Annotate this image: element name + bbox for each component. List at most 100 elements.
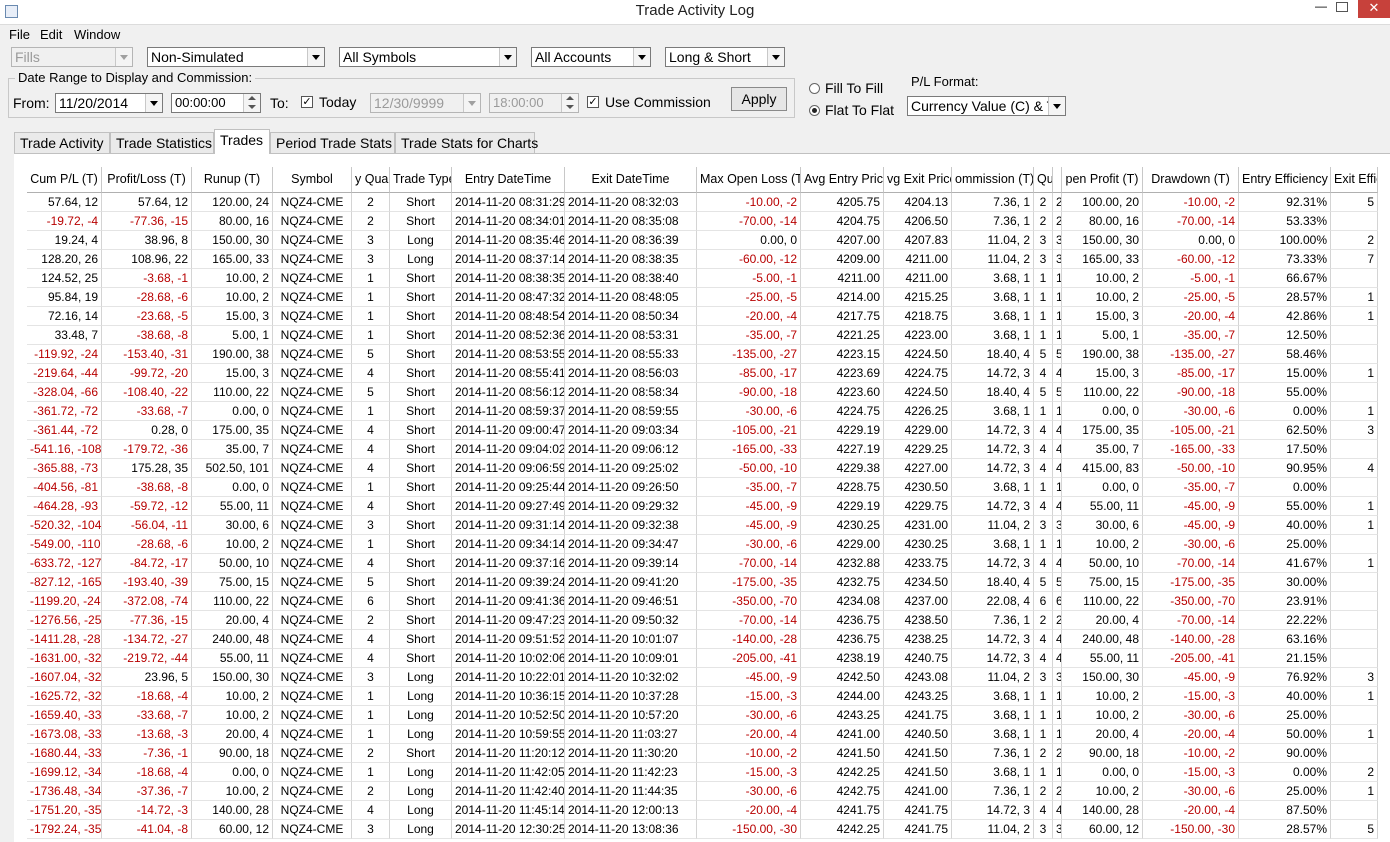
table-row[interactable]: -549.00, -110 -28.68, -6 10.00, 2 NQZ4-CME 1… <box>27 535 1378 554</box>
column-header-trade-type[interactable]: Trade Type <box>390 167 452 193</box>
table-row[interactable]: -1792.24, -358 -41.04, -8 60.00, 12 NQZ4-CM… <box>27 820 1378 839</box>
close-button[interactable]: ✕ <box>1358 0 1390 18</box>
table-row[interactable]: -1673.08, -335 -13.68, -3 20.00, 4 NQZ4-CME… <box>27 725 1378 744</box>
table-row[interactable]: -1411.28, -282 -134.72, -27 240.00, 48 NQZ4… <box>27 630 1378 649</box>
cell-exit-efficiency <box>1331 478 1378 497</box>
table-row[interactable]: 124.52, 25 -3.68, -1 10.00, 2 NQZ4-CME 1 Shor… <box>27 269 1378 288</box>
column-header-entry-quantity[interactable]: y Quar <box>352 167 390 193</box>
cell-avg-exit-price: 4241.50 <box>884 744 952 763</box>
maximize-button[interactable] <box>1336 2 1348 12</box>
side-select[interactable]: Long & Short <box>665 47 785 67</box>
table-row[interactable]: 19.24, 4 38.96, 8 150.00, 30 NQZ4-CME 3 Long 2… <box>27 231 1378 250</box>
spinner-arrows-icon[interactable] <box>243 94 260 112</box>
spinner-arrows-icon[interactable] <box>561 94 578 112</box>
cell-symbol: NQZ4-CME <box>273 706 352 725</box>
table-row[interactable]: -1199.20, -240 -372.08, -74 110.00, 22 NQZ4… <box>27 592 1378 611</box>
column-header-quantity-b[interactable] <box>1053 167 1062 193</box>
simulation-select[interactable]: Non-Simulated <box>147 47 325 67</box>
table-row[interactable]: -328.04, -66 -108.40, -22 110.00, 22 NQZ4-C… <box>27 383 1378 402</box>
column-header-entry-efficiency[interactable]: Entry Efficiency <box>1239 167 1331 193</box>
pl-format-select[interactable]: Currency Value (C) & T <box>907 96 1066 116</box>
table-row[interactable]: -1680.44, -336 -7.36, -1 90.00, 18 NQZ4-CME… <box>27 744 1378 763</box>
cell-avg-entry-price: 4241.00 <box>801 725 884 744</box>
cell-cum-pl: -1792.24, -358 <box>27 820 102 839</box>
cell-exit-datetime: 2014-11-20 08:53:31 <box>565 326 697 345</box>
cell-cum-pl: 33.48, 7 <box>27 326 102 345</box>
symbols-select[interactable]: All Symbols <box>339 47 517 67</box>
menu-file[interactable]: File <box>9 27 30 42</box>
column-header-max-open-loss[interactable]: Max Open Loss (T) <box>697 167 801 193</box>
table-row[interactable]: -19.72, -4 -77.36, -15 80.00, 16 NQZ4-CME 2 S… <box>27 212 1378 231</box>
column-header-profit-loss[interactable]: Profit/Loss (T) <box>102 167 192 193</box>
trades-table[interactable]: Cum P/L (T) Profit/Loss (T) Runup (T) Symbo… <box>27 167 1378 841</box>
cell-max-open-loss: -140.00, -28 <box>697 630 801 649</box>
table-row[interactable]: -219.64, -44 -99.72, -20 15.00, 3 NQZ4-CME 4… <box>27 364 1378 383</box>
column-header-drawdown[interactable]: Drawdown (T) <box>1143 167 1239 193</box>
today-checkbox[interactable]: ✓ <box>301 96 313 108</box>
cell-avg-entry-price: 4236.75 <box>801 630 884 649</box>
column-header-avg-exit-price[interactable]: vg Exit Price <box>884 167 952 193</box>
tab-period-trade-stats[interactable]: Period Trade Stats <box>270 132 395 154</box>
column-header-runup[interactable]: Runup (T) <box>192 167 273 193</box>
to-date-picker[interactable]: 12/30/9999 <box>370 93 481 113</box>
table-row[interactable]: -1607.04, -321 23.96, 5 150.00, 30 NQZ4-CME… <box>27 668 1378 687</box>
table-row[interactable]: -1659.40, -332 -33.68, -7 10.00, 2 NQZ4-CME… <box>27 706 1378 725</box>
cell-exit-efficiency: 3 <box>1331 668 1378 687</box>
table-row[interactable]: -827.12, -165 -193.40, -39 75.00, 15 NQZ4-C… <box>27 573 1378 592</box>
cell-entry-datetime: 2014-11-20 09:25:44 <box>452 478 565 497</box>
from-date-picker[interactable]: 11/20/2014 <box>55 93 163 113</box>
apply-button[interactable]: Apply <box>731 87 787 111</box>
table-row[interactable]: -365.88, -73 175.28, 35 502.50, 101 NQZ4-CM… <box>27 459 1378 478</box>
flat-to-flat-radio[interactable] <box>809 105 820 116</box>
to-time-spinner[interactable]: 18:00:00 <box>489 93 579 113</box>
table-row[interactable]: 128.20, 26 108.96, 22 165.00, 33 NQZ4-CME 3 L… <box>27 250 1378 269</box>
fills-select[interactable]: Fills <box>11 47 133 67</box>
column-header-cum-pl[interactable]: Cum P/L (T) <box>27 167 102 193</box>
cell-avg-exit-price: 4229.75 <box>884 497 952 516</box>
table-row[interactable]: -520.32, -104 -56.04, -11 30.00, 6 NQZ4-CME… <box>27 516 1378 535</box>
table-row[interactable]: -1631.00, -326 -219.72, -44 55.00, 11 NQZ4-… <box>27 649 1378 668</box>
table-row[interactable]: -464.28, -93 -59.72, -12 55.00, 11 NQZ4-CME… <box>27 497 1378 516</box>
table-row[interactable]: 95.84, 19 -28.68, -6 10.00, 2 NQZ4-CME 1 Shor… <box>27 288 1378 307</box>
column-header-open-profit[interactable]: pen Profit (T) <box>1062 167 1143 193</box>
menu-edit[interactable]: Edit <box>40 27 62 42</box>
column-header-commission[interactable]: ommission (T) <box>952 167 1034 193</box>
table-row[interactable]: -1751.20, -350 -14.72, -3 140.00, 28 NQZ4-C… <box>27 801 1378 820</box>
tab-trade-activity[interactable]: Trade Activity <box>14 132 110 154</box>
table-row[interactable]: -361.72, -72 -33.68, -7 0.00, 0 NQZ4-CME 1 Sh… <box>27 402 1378 421</box>
minimize-button[interactable]: — <box>1310 0 1332 14</box>
table-row[interactable]: -119.92, -24 -153.40, -31 190.00, 38 NQZ4-C… <box>27 345 1378 364</box>
tab-trades[interactable]: Trades <box>214 129 270 154</box>
table-row[interactable]: 33.48, 7 -38.68, -8 5.00, 1 NQZ4-CME 1 Short 2… <box>27 326 1378 345</box>
column-header-quantity-a[interactable]: Quan <box>1034 167 1053 193</box>
cell-avg-entry-price: 4229.19 <box>801 497 884 516</box>
table-row[interactable]: -633.72, -127 -84.72, -17 50.00, 10 NQZ4-CM… <box>27 554 1378 573</box>
table-row[interactable]: -1699.12, -340 -18.68, -4 0.00, 0 NQZ4-CME 1… <box>27 763 1378 782</box>
column-header-exit-datetime[interactable]: Exit DateTime <box>565 167 697 193</box>
column-header-entry-datetime[interactable]: Entry DateTime <box>452 167 565 193</box>
cell-exit-efficiency: 1 <box>1331 402 1378 421</box>
fill-to-fill-radio[interactable] <box>809 83 820 94</box>
table-row[interactable]: 72.16, 14 -23.68, -5 15.00, 3 NQZ4-CME 1 Shor… <box>27 307 1378 326</box>
table-row[interactable]: -541.16, -108 -179.72, -36 35.00, 7 NQZ4-CM… <box>27 440 1378 459</box>
cell-commission: 3.68, 1 <box>952 687 1034 706</box>
table-row[interactable]: -1736.48, -347 -37.36, -7 10.00, 2 NQZ4-CME… <box>27 782 1378 801</box>
tab-trade-statistics[interactable]: Trade Statistics <box>110 132 214 154</box>
cell-avg-entry-price: 4236.75 <box>801 611 884 630</box>
column-header-avg-entry-price[interactable]: Avg Entry Price <box>801 167 884 193</box>
column-header-exit-efficiency[interactable]: Exit Effic <box>1331 167 1378 193</box>
table-row[interactable]: -1625.72, -325 -18.68, -4 10.00, 2 NQZ4-CME… <box>27 687 1378 706</box>
cell-entry-efficiency: 15.00% <box>1239 364 1331 383</box>
table-row[interactable]: -361.44, -72 0.28, 0 175.00, 35 NQZ4-CME 4 Sh… <box>27 421 1378 440</box>
from-time-spinner[interactable]: 00:00:00 <box>171 93 261 113</box>
tab-trade-stats-for-charts[interactable]: Trade Stats for Charts <box>395 132 538 154</box>
table-row[interactable]: -404.56, -81 -38.68, -8 0.00, 0 NQZ4-CME 1 Sh… <box>27 478 1378 497</box>
use-commission-checkbox[interactable]: ✓ <box>587 96 599 108</box>
column-header-symbol[interactable]: Symbol <box>273 167 352 193</box>
menu-window[interactable]: Window <box>74 27 120 42</box>
cell-quantity-a: 3 <box>1034 250 1053 269</box>
table-row[interactable]: 57.64, 12 57.64, 12 120.00, 24 NQZ4-CME 2 Sho… <box>27 193 1378 212</box>
table-row[interactable]: -1276.56, -255 -77.36, -15 20.00, 4 NQZ4-CM… <box>27 611 1378 630</box>
accounts-select[interactable]: All Accounts <box>531 47 651 67</box>
cell-cum-pl: 57.64, 12 <box>27 193 102 212</box>
